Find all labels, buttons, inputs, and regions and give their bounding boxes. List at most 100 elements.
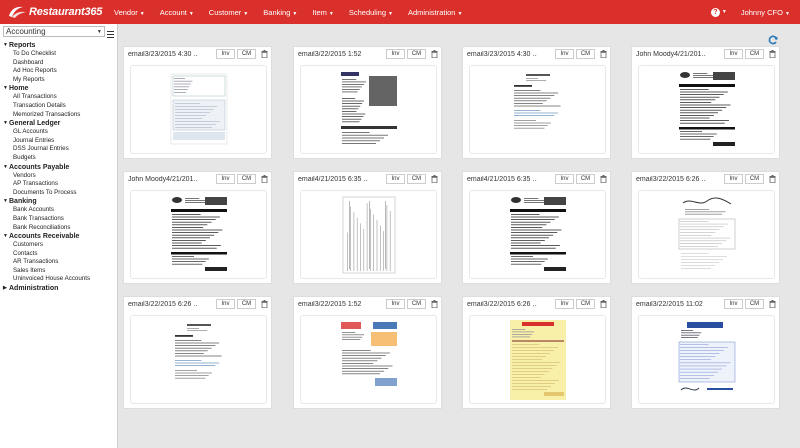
credit-memo-button[interactable]: CM [407, 299, 426, 309]
document-preview[interactable] [130, 315, 267, 404]
credit-memo-button[interactable]: CM [745, 49, 764, 59]
document-preview[interactable] [469, 65, 606, 154]
invoice-button[interactable]: Inv [386, 299, 405, 309]
tree-section-reports[interactable]: ▼ Reports [3, 41, 117, 50]
document-card[interactable]: email3/22/2015 1:52 Inv CM [293, 296, 442, 409]
tree-item-contacts[interactable]: Contacts [3, 250, 117, 259]
document-card[interactable]: email4/21/2015 6:35 ... Inv CM [462, 171, 611, 284]
document-preview[interactable] [469, 190, 606, 279]
tree-item-all-transactions[interactable]: All Transactions [3, 93, 117, 102]
document-card[interactable]: email4/21/2015 6:35 ... Inv CM [293, 171, 442, 284]
tree-item-bank-accounts[interactable]: Bank Accounts [3, 206, 117, 215]
invoice-button[interactable]: Inv [555, 174, 574, 184]
credit-memo-button[interactable]: CM [576, 49, 595, 59]
nav-banking[interactable]: Banking ▼ [263, 8, 297, 17]
credit-memo-button[interactable]: CM [237, 299, 256, 309]
trash-icon[interactable] [600, 50, 607, 59]
document-card[interactable]: email3/23/2015 4:30 ... Inv CM [462, 46, 611, 159]
credit-memo-button[interactable]: CM [745, 299, 764, 309]
document-preview[interactable] [300, 190, 437, 279]
hamburger-menu-icon[interactable] [106, 31, 114, 38]
tree-section-accounts-payable[interactable]: ▼ Accounts Payable [3, 163, 117, 172]
tree-item-memorized-transactions[interactable]: Memorized Transactions [3, 111, 117, 120]
tree-item-gl-accounts[interactable]: GL Accounts [3, 128, 117, 137]
tree-item-bank-reconciliations[interactable]: Bank Reconciliations [3, 224, 117, 233]
tree-item-customers[interactable]: Customers [3, 241, 117, 250]
invoice-button[interactable]: Inv [216, 299, 235, 309]
tree-item-ap-transactions[interactable]: AP Transactions [3, 180, 117, 189]
nav-customer[interactable]: Customer ▼ [209, 8, 248, 17]
document-preview[interactable] [130, 65, 267, 154]
tree-item-dss-journal-entries[interactable]: DSS Journal Entries [3, 145, 117, 154]
document-preview[interactable] [300, 315, 437, 404]
invoice-button[interactable]: Inv [216, 49, 235, 59]
document-preview[interactable] [130, 190, 267, 279]
invoice-button[interactable]: Inv [386, 49, 405, 59]
document-card[interactable]: email3/22/2015 6:26 ... Inv CM [462, 296, 611, 409]
tree-item-uninvoiced-house-accounts[interactable]: Uninvoiced House Accounts [3, 275, 117, 284]
tree-item-to-do-checklist[interactable]: To Do Checklist [3, 50, 117, 59]
document-preview[interactable] [638, 190, 775, 279]
trash-icon[interactable] [431, 175, 438, 184]
credit-memo-button[interactable]: CM [576, 174, 595, 184]
document-preview[interactable] [638, 65, 775, 154]
tree-item-budgets[interactable]: Budgets [3, 154, 117, 163]
tree-item-dashboard[interactable]: Dashboard [3, 59, 117, 68]
trash-icon[interactable] [431, 300, 438, 309]
trash-icon[interactable] [769, 50, 776, 59]
document-preview[interactable] [469, 315, 606, 404]
credit-memo-button[interactable]: CM [237, 49, 256, 59]
tree-item-bank-transactions[interactable]: Bank Transactions [3, 215, 117, 224]
trash-icon[interactable] [261, 175, 268, 184]
document-card[interactable]: John Moody4/21/201... Inv CM [631, 46, 780, 159]
module-select[interactable]: Accounting ▼ [3, 26, 105, 37]
tree-item-ar-transactions[interactable]: AR Transactions [3, 258, 117, 267]
trash-icon[interactable] [261, 50, 268, 59]
trash-icon[interactable] [769, 175, 776, 184]
invoice-button[interactable]: Inv [724, 299, 743, 309]
credit-memo-button[interactable]: CM [745, 174, 764, 184]
trash-icon[interactable] [600, 300, 607, 309]
question-circle-icon[interactable]: ? [710, 7, 720, 17]
nav-scheduling[interactable]: Scheduling ▼ [349, 8, 393, 17]
invoice-button[interactable]: Inv [724, 174, 743, 184]
tree-item-my-reports[interactable]: My Reports [3, 76, 117, 85]
nav-item[interactable]: Item ▼ [312, 8, 334, 17]
tree-section-administration[interactable]: ▶ Administration [3, 284, 117, 293]
tree-item-documents-to-process[interactable]: Documents To Process [3, 189, 117, 198]
user-menu[interactable]: Johnny CFO ▼ [741, 8, 790, 17]
trash-icon[interactable] [769, 300, 776, 309]
credit-memo-button[interactable]: CM [407, 49, 426, 59]
trash-icon[interactable] [261, 300, 268, 309]
chevron-down-icon[interactable]: ▼ [722, 9, 727, 15]
document-card[interactable]: email3/22/2015 6:26 ... Inv CM [123, 296, 272, 409]
credit-memo-button[interactable]: CM [576, 299, 595, 309]
tree-item-ad-hoc-reports[interactable]: Ad Hoc Reports [3, 67, 117, 76]
invoice-button[interactable]: Inv [216, 174, 235, 184]
document-preview[interactable] [638, 315, 775, 404]
tree-section-banking[interactable]: ▼ Banking [3, 197, 117, 206]
refresh-icon[interactable] [768, 35, 778, 45]
credit-memo-button[interactable]: CM [237, 174, 256, 184]
invoice-button[interactable]: Inv [555, 49, 574, 59]
tree-item-vendors[interactable]: Vendors [3, 172, 117, 181]
document-card[interactable]: email3/22/2015 11:02 Inv CM [631, 296, 780, 409]
invoice-button[interactable]: Inv [386, 174, 405, 184]
document-card[interactable]: email3/22/2015 6:26 ... Inv CM [631, 171, 780, 284]
document-card[interactable]: email3/22/2015 1:52 Inv CM [293, 46, 442, 159]
tree-section-accounts-receivable[interactable]: ▼ Accounts Receivable [3, 232, 117, 241]
nav-administration[interactable]: Administration ▼ [408, 8, 462, 17]
document-card[interactable]: John Moody4/21/201... Inv CM [123, 171, 272, 284]
tree-item-transaction-details[interactable]: Transaction Details [3, 102, 117, 111]
document-preview[interactable] [300, 65, 437, 154]
nav-vendor[interactable]: Vendor ▼ [114, 8, 145, 17]
trash-icon[interactable] [600, 175, 607, 184]
document-card[interactable]: email3/23/2015 4:30 ... Inv CM [123, 46, 272, 159]
tree-section-general-ledger[interactable]: ▼ General Ledger [3, 119, 117, 128]
tree-item-journal-entries[interactable]: Journal Entries [3, 137, 117, 146]
credit-memo-button[interactable]: CM [407, 174, 426, 184]
tree-item-sales-items[interactable]: Sales Items [3, 267, 117, 276]
invoice-button[interactable]: Inv [555, 299, 574, 309]
trash-icon[interactable] [431, 50, 438, 59]
nav-account[interactable]: Account ▼ [160, 8, 194, 17]
